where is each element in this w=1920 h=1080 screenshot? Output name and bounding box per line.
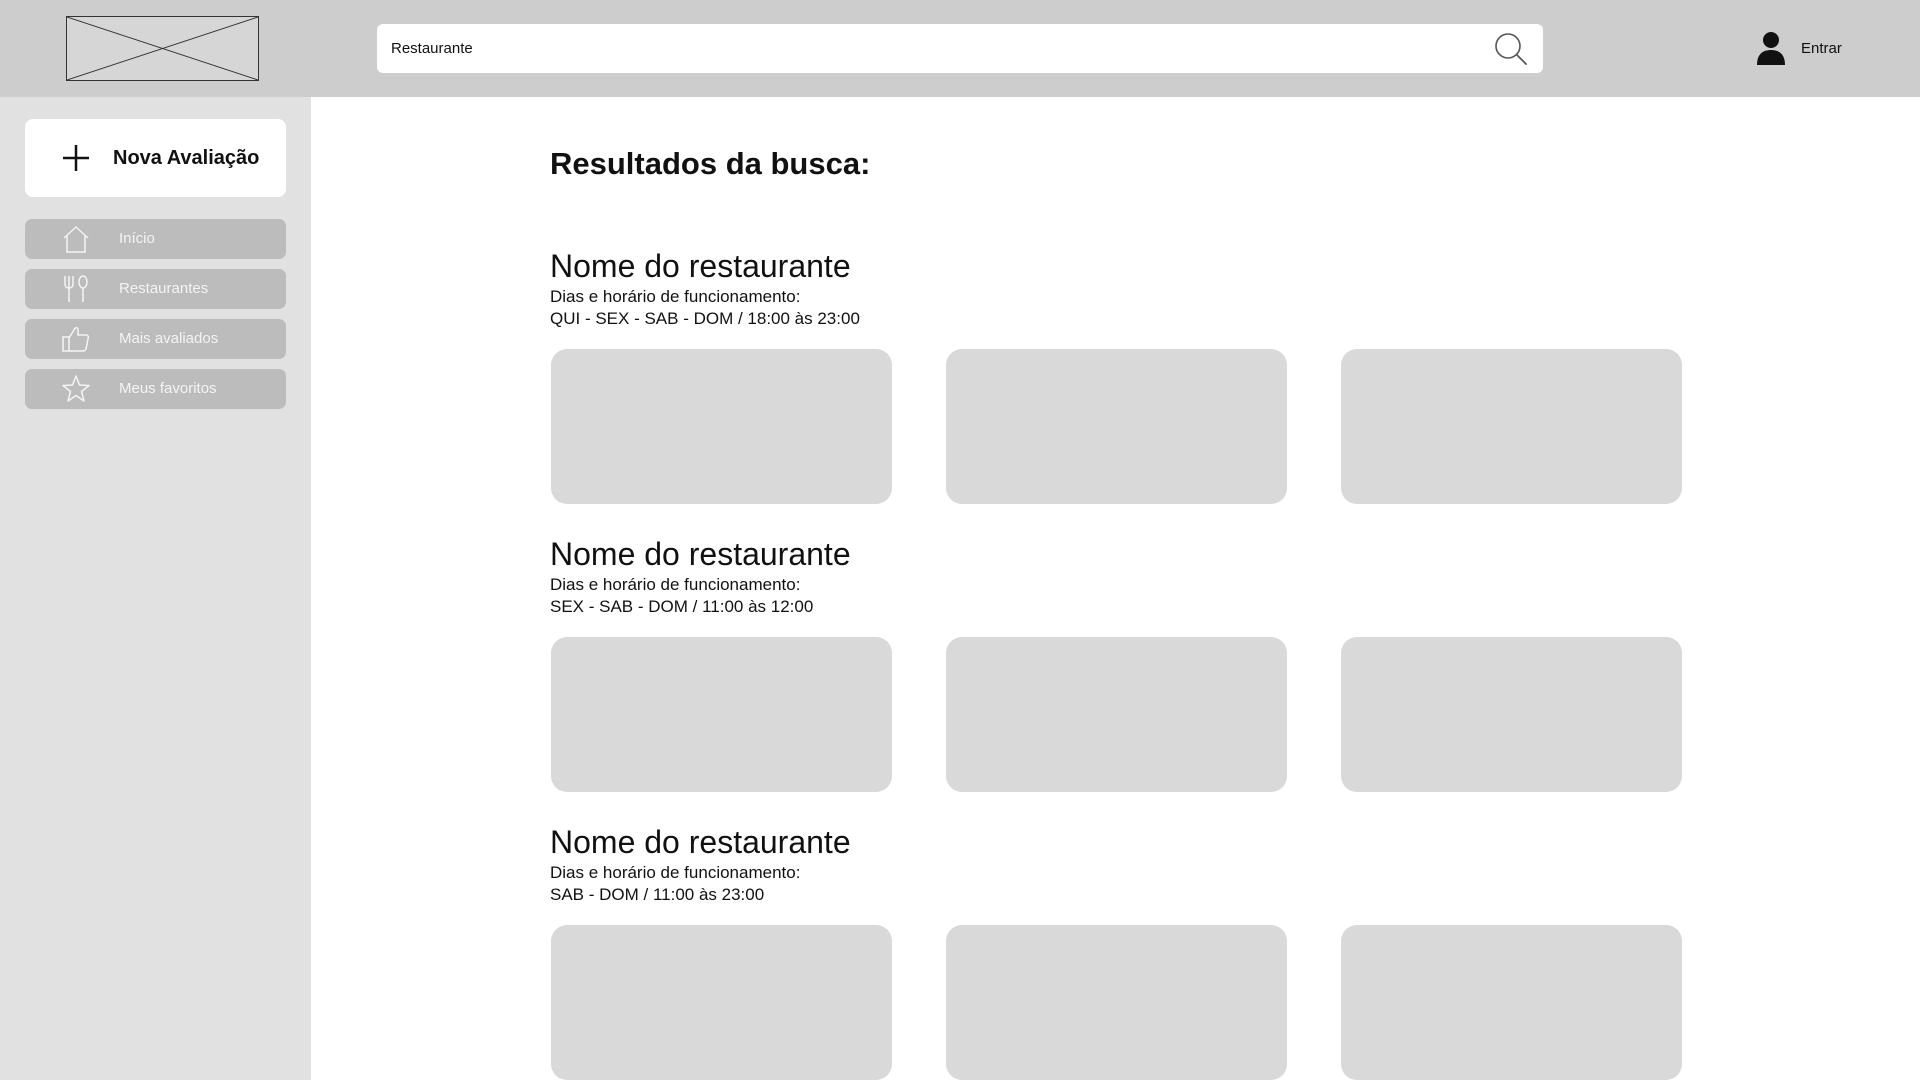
photo-placeholder[interactable] <box>1341 349 1682 504</box>
sidebar-item-restaurantes[interactable]: Restaurantes <box>25 269 286 309</box>
photo-row <box>551 349 1684 504</box>
star-icon <box>62 375 90 402</box>
photo-placeholder[interactable] <box>1341 925 1682 1080</box>
logo-placeholder-icon[interactable] <box>66 16 259 81</box>
opening-hours-label: Dias e horário de funcionamento: <box>550 863 801 882</box>
sidebar-item-label: Início <box>119 230 155 247</box>
photo-placeholder[interactable] <box>551 925 892 1080</box>
sidebar-item-label: Restaurantes <box>119 280 209 297</box>
new-review-button[interactable]: Nova Avaliação <box>25 119 286 197</box>
photo-placeholder[interactable] <box>551 349 892 504</box>
login-button[interactable]: Entrar <box>1755 30 1875 66</box>
fork-spoon-icon <box>64 275 88 302</box>
opening-hours-label: Dias e horário de funcionamento: <box>550 287 801 306</box>
sidebar-item-label: Meus favoritos <box>119 380 217 397</box>
search-bar <box>377 24 1543 73</box>
user-icon <box>1757 32 1785 65</box>
restaurant-name[interactable]: Nome do restaurante <box>550 536 1690 572</box>
sidebar-item-label: Mais avaliados <box>119 330 219 347</box>
photo-placeholder[interactable] <box>551 637 892 792</box>
photo-row <box>551 925 1684 1080</box>
restaurant-result: Nome do restaurante Dias e horário de fu… <box>550 536 1690 792</box>
restaurant-result: Nome do restaurante Dias e horário de fu… <box>550 248 1690 504</box>
home-icon <box>63 226 89 253</box>
login-label: Entrar <box>1801 39 1842 57</box>
search-icon[interactable] <box>1493 31 1529 67</box>
thumbs-up-icon <box>62 327 90 352</box>
photo-row <box>551 637 1684 792</box>
restaurant-name[interactable]: Nome do restaurante <box>550 824 1690 860</box>
top-bar: Entrar <box>0 0 1920 97</box>
opening-hours-label: Dias e horário de funcionamento: <box>550 575 801 594</box>
plus-icon <box>63 145 89 171</box>
photo-placeholder[interactable] <box>946 925 1287 1080</box>
search-input[interactable] <box>391 24 1471 73</box>
restaurant-name[interactable]: Nome do restaurante <box>550 248 1690 284</box>
opening-hours: QUI - SEX - SAB - DOM / 18:00 às 23:00 <box>550 309 860 328</box>
photo-placeholder[interactable] <box>946 637 1287 792</box>
new-review-label: Nova Avaliação <box>113 146 260 169</box>
sidebar-item-inicio[interactable]: Início <box>25 219 286 259</box>
sidebar-item-meus-favoritos[interactable]: Meus favoritos <box>25 369 286 409</box>
sidebar: Nova Avaliação Início Restaurantes Mais … <box>0 97 311 1080</box>
photo-placeholder[interactable] <box>1341 637 1682 792</box>
restaurant-result: Nome do restaurante Dias e horário de fu… <box>550 824 1690 1080</box>
photo-placeholder[interactable] <box>946 349 1287 504</box>
opening-hours: SAB - DOM / 11:00 às 23:00 <box>550 885 765 904</box>
page-title: Resultados da busca: <box>550 146 871 181</box>
opening-hours: SEX - SAB - DOM / 11:00 às 12:00 <box>550 597 814 616</box>
sidebar-item-mais-avaliados[interactable]: Mais avaliados <box>25 319 286 359</box>
